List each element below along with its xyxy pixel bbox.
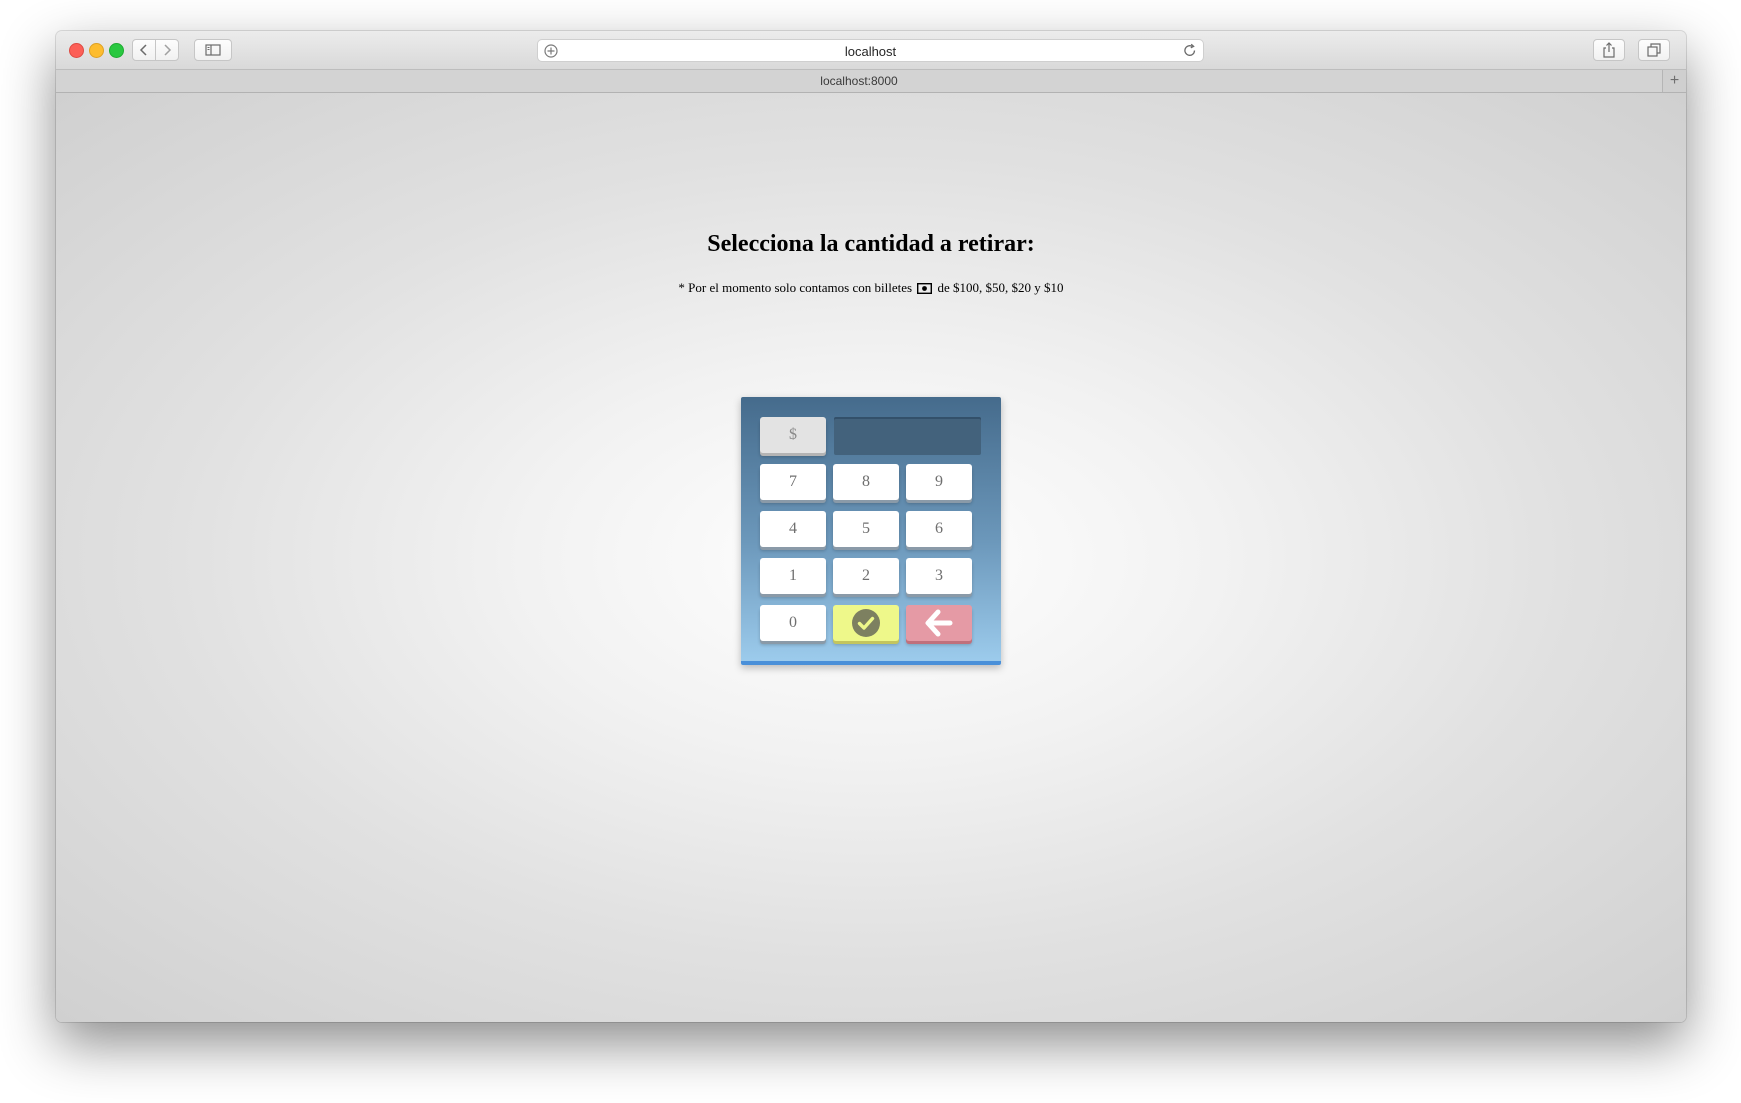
share-icon [1603,42,1615,58]
browser-window: localhost localhost:8000 + Selecciona la… [56,31,1686,1022]
page-content: Selecciona la cantidad a retirar: * Por … [56,93,1686,1022]
key-4[interactable]: 4 [760,511,826,547]
window-maximize-button[interactable] [109,43,124,58]
arrow-left-icon [925,609,953,637]
money-bill-icon [917,282,933,298]
window-minimize-button[interactable] [89,43,104,58]
key-8[interactable]: 8 [833,464,899,500]
key-5[interactable]: 5 [833,511,899,547]
window-close-button[interactable] [69,43,84,58]
key-1[interactable]: 1 [760,558,826,594]
key-9[interactable]: 9 [906,464,972,500]
key-3[interactable]: 3 [906,558,972,594]
backspace-button[interactable] [906,605,972,641]
withdraw-keypad: $ 7 8 9 4 5 6 1 2 3 0 [741,397,1001,665]
new-tab-button[interactable]: + [1662,70,1686,92]
forward-button[interactable] [155,39,179,61]
reload-icon[interactable] [1183,43,1197,63]
key-2[interactable]: 2 [833,558,899,594]
sidebar-icon [205,44,221,56]
key-0[interactable]: 0 [760,605,826,641]
back-button[interactable] [132,39,156,61]
tabs-overview-button[interactable] [1638,39,1670,61]
tab-bar: localhost:8000 + [56,70,1686,93]
chevron-right-icon [164,44,172,56]
check-circle-icon [852,609,880,637]
chevron-left-icon [139,44,147,56]
tabs-icon [1647,43,1661,57]
key-7[interactable]: 7 [760,464,826,500]
address-url[interactable]: localhost [538,44,1203,59]
bills-note-text: * Por el momento solo contamos con bille… [678,280,913,295]
address-bar[interactable]: localhost [537,39,1204,62]
currency-key[interactable]: $ [760,417,826,453]
key-6[interactable]: 6 [906,511,972,547]
page-title: Selecciona la cantidad a retirar: [707,231,1035,257]
bills-note-denominations: de $100, $50, $20 y $10 [937,280,1064,295]
browser-toolbar: localhost [56,31,1686,70]
bills-note: * Por el momento solo contamos con bille… [56,280,1686,298]
tab-localhost[interactable]: localhost:8000 [56,74,1662,88]
share-button[interactable] [1593,39,1625,61]
confirm-button[interactable] [833,605,899,641]
sidebar-toggle-button[interactable] [194,39,232,61]
amount-display [834,417,981,455]
